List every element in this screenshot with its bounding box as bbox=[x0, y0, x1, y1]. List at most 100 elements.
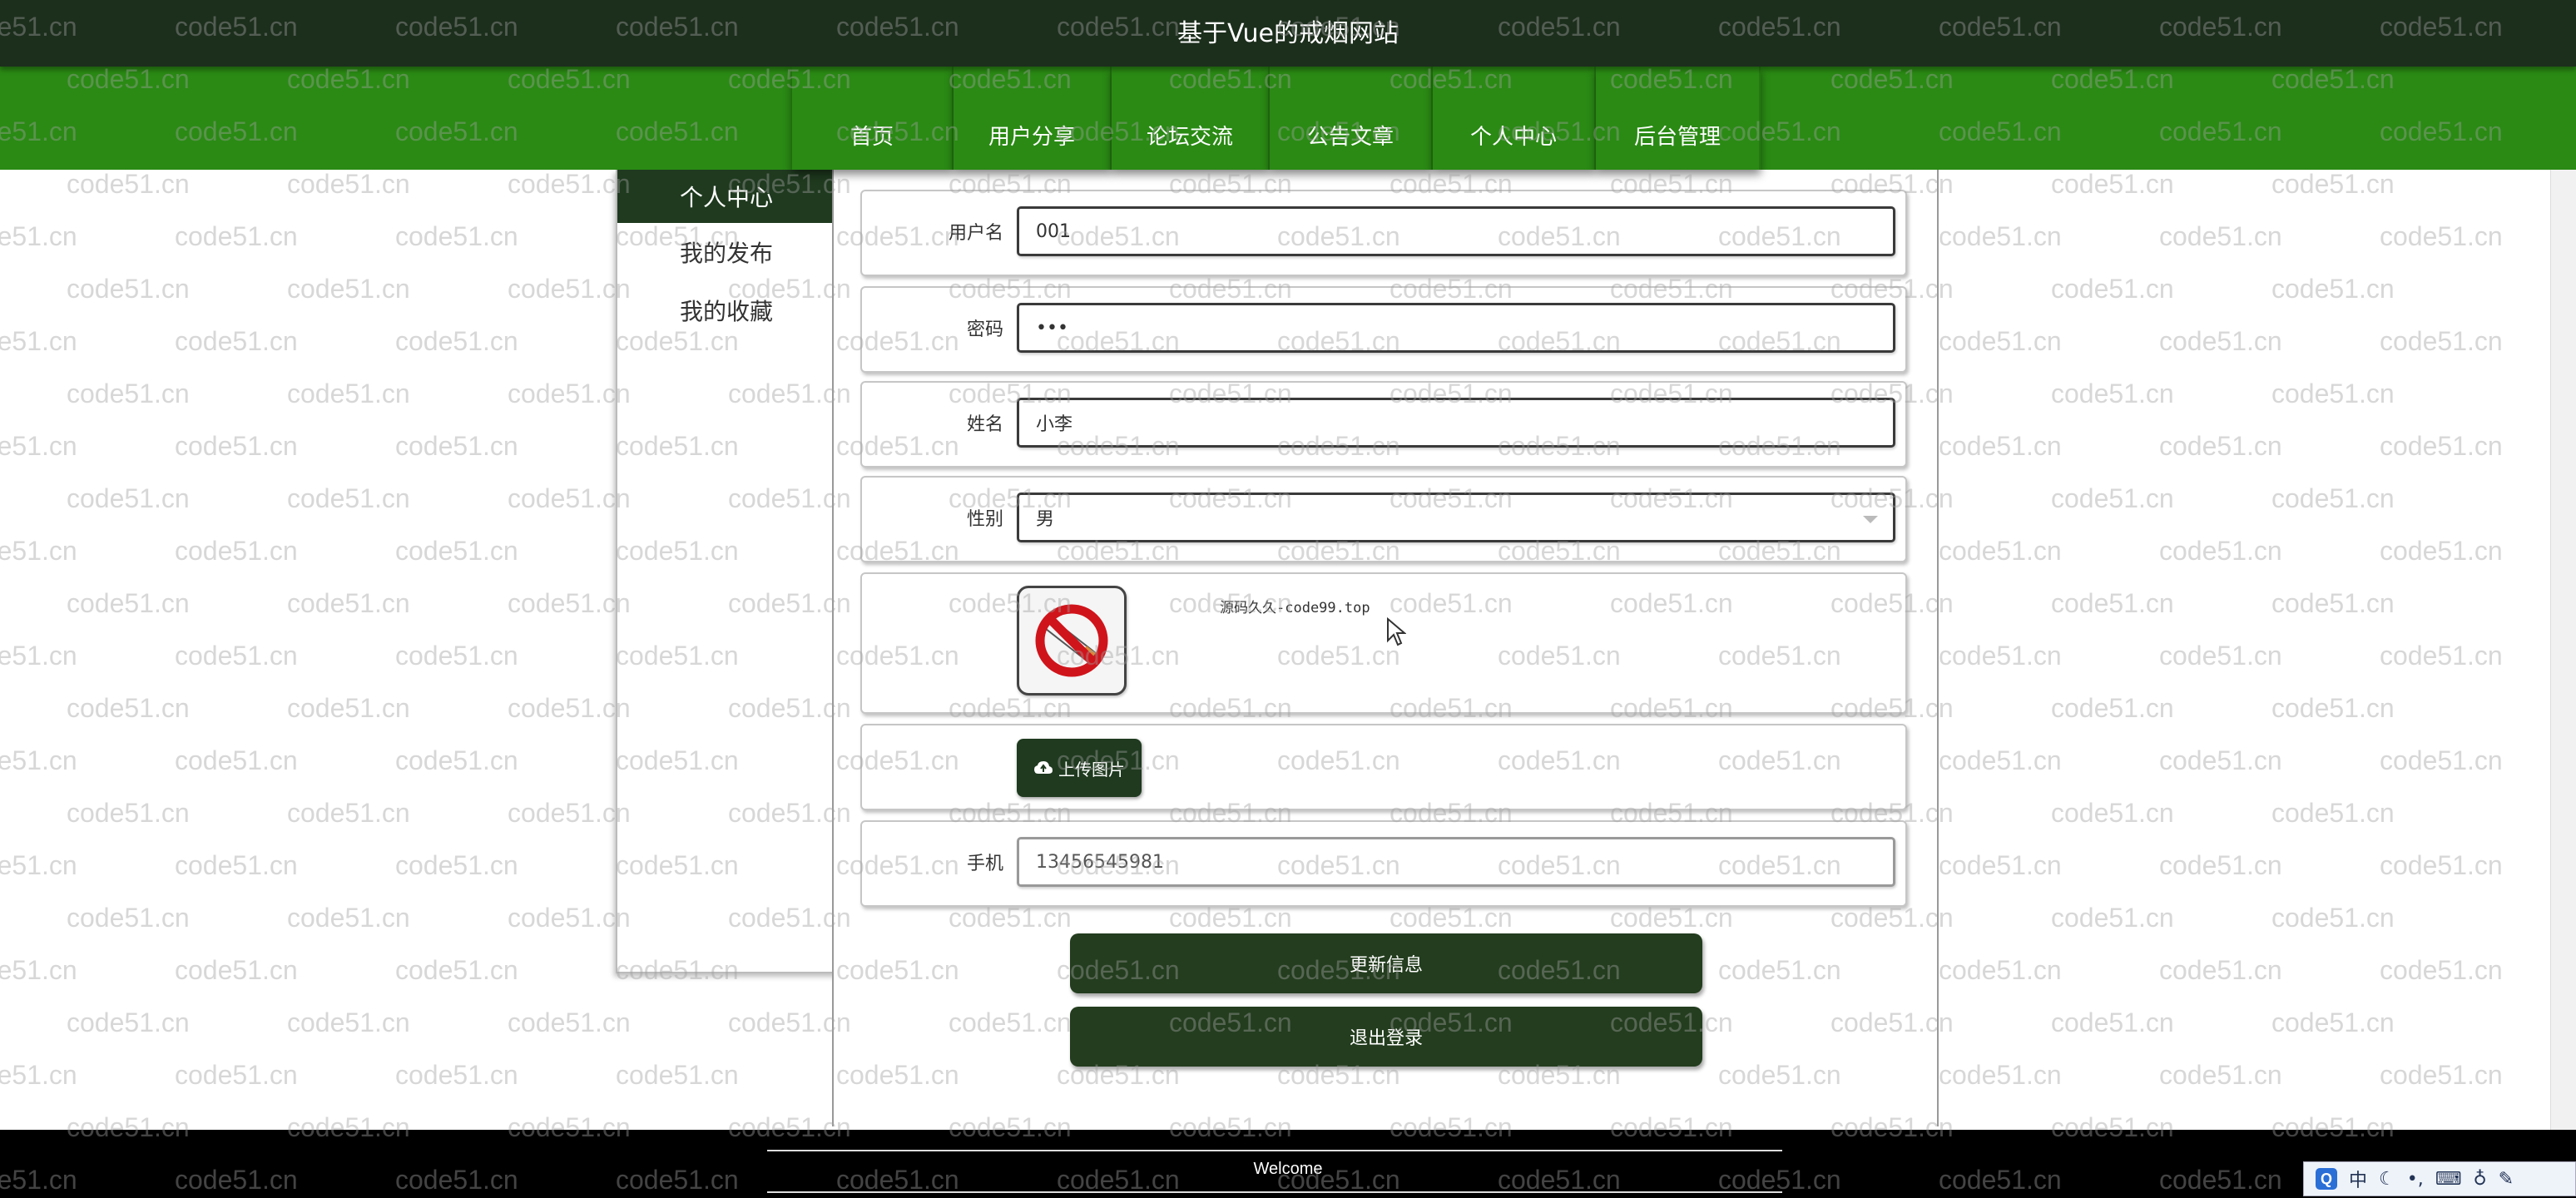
watermark-text: code51.cn bbox=[1939, 745, 2062, 775]
upload-label: 上传图片 bbox=[1058, 759, 1125, 780]
watermark-text: code51.cn bbox=[2159, 641, 2282, 671]
watermark-text: code51.cn bbox=[2051, 1007, 2174, 1037]
watermark-text: code51.cn bbox=[0, 955, 77, 985]
gender-label: 性别 bbox=[966, 509, 1003, 530]
watermark-text: code51.cn bbox=[67, 1007, 190, 1037]
watermark-text: code51.cn bbox=[175, 745, 298, 775]
watermark-text: code51.cn bbox=[395, 326, 518, 356]
ime-punctuation-icon[interactable]: •, bbox=[2407, 1169, 2424, 1190]
watermark-text: code51.cn bbox=[287, 588, 410, 618]
ime-logo-icon: Q bbox=[2316, 1168, 2337, 1190]
watermark-text: code51.cn bbox=[1939, 221, 2062, 251]
watermark-text: code51.cn bbox=[2380, 431, 2503, 461]
watermark-text: code51.cn bbox=[67, 588, 190, 618]
sidebar-menu: 个人中心 我的发布 我的收藏 bbox=[616, 170, 837, 973]
form-row-name: 姓名 小李 bbox=[860, 381, 1907, 468]
watermark-text: code51.cn bbox=[0, 326, 77, 356]
nav-forum[interactable]: 论坛交流 bbox=[1112, 67, 1270, 170]
logout-button[interactable]: 退出登录 bbox=[1070, 1007, 1702, 1067]
title-bar: 基于Vue的戒烟网站 bbox=[0, 0, 2576, 67]
watermark-text: code51.cn bbox=[2159, 536, 2282, 566]
watermark-text: code51.cn bbox=[395, 745, 518, 775]
sidebar-item-personal-center[interactable]: 个人中心 bbox=[617, 170, 835, 223]
watermark-text: code51.cn bbox=[395, 641, 518, 671]
watermark-text: code51.cn bbox=[175, 850, 298, 880]
watermark-text: code51.cn bbox=[2380, 955, 2503, 985]
gender-select[interactable]: 男 bbox=[1017, 493, 1895, 542]
footer-divider-bottom bbox=[767, 1191, 1782, 1193]
watermark-text: code51.cn bbox=[1939, 850, 2062, 880]
form-row-avatar: 源码久久-code99.top bbox=[860, 572, 1907, 714]
footer-divider-top bbox=[767, 1150, 1782, 1151]
watermark-text: code51.cn bbox=[1939, 641, 2062, 671]
nav-user-share[interactable]: 用户分享 bbox=[954, 67, 1112, 170]
watermark-text: code51.cn bbox=[395, 850, 518, 880]
name-label: 姓名 bbox=[966, 414, 1003, 435]
watermark-text: code51.cn bbox=[2271, 379, 2395, 408]
watermark-text: code51.cn bbox=[2271, 588, 2395, 618]
username-input[interactable]: 001 bbox=[1017, 206, 1895, 256]
gender-value: 男 bbox=[1036, 509, 1055, 530]
watermark-text: code51.cn bbox=[175, 221, 298, 251]
watermark-text: code51.cn bbox=[508, 693, 631, 723]
no-smoking-icon bbox=[1035, 604, 1108, 677]
profile-form-panel: 用户名 001 密码 ••• 姓名 小李 性别 男 源码久久-code99.to… bbox=[832, 170, 1939, 1126]
watermark-text: code51.cn bbox=[2271, 169, 2395, 199]
watermark-text: code51.cn bbox=[2271, 903, 2395, 933]
watermark-text: code51.cn bbox=[508, 379, 631, 408]
form-row-upload: 上传图片 bbox=[860, 724, 1907, 810]
watermark-text: code51.cn bbox=[287, 169, 410, 199]
watermark-text: code51.cn bbox=[1939, 536, 2062, 566]
phone-input[interactable]: 13456545981 bbox=[1017, 837, 1895, 887]
ime-toolbar[interactable]: Q 中 ☾ •, ⌨ ♁ ✎ bbox=[2303, 1161, 2576, 1196]
nav-admin[interactable]: 后台管理 bbox=[1596, 67, 1761, 170]
watermark-text: code51.cn bbox=[287, 274, 410, 304]
watermark-text: code51.cn bbox=[2051, 588, 2174, 618]
mouse-cursor-icon bbox=[1387, 617, 1406, 646]
ime-skin-icon[interactable]: ♁ bbox=[2474, 1169, 2487, 1190]
sidebar-item-my-posts[interactable]: 我的发布 bbox=[617, 223, 835, 281]
watermark-text: code51.cn bbox=[2051, 379, 2174, 408]
name-input[interactable]: 小李 bbox=[1017, 398, 1895, 448]
watermark-text: code51.cn bbox=[2380, 221, 2503, 251]
watermark-text: code51.cn bbox=[2380, 1060, 2503, 1090]
password-label: 密码 bbox=[966, 319, 1003, 340]
watermark-text: code51.cn bbox=[175, 431, 298, 461]
watermark-text: code51.cn bbox=[2159, 745, 2282, 775]
avatar-image[interactable] bbox=[1017, 586, 1127, 696]
watermark-text: code51.cn bbox=[67, 798, 190, 828]
nav-announcements[interactable]: 公告文章 bbox=[1270, 67, 1433, 170]
watermark-text: code51.cn bbox=[2380, 536, 2503, 566]
watermark-text: code51.cn bbox=[2271, 693, 2395, 723]
watermark-text: code51.cn bbox=[2159, 1060, 2282, 1090]
ime-keyboard-icon[interactable]: ⌨ bbox=[2435, 1169, 2462, 1190]
nav-home[interactable]: 首页 bbox=[792, 67, 954, 170]
watermark-text: code51.cn bbox=[175, 326, 298, 356]
ime-language[interactable]: 中 bbox=[2349, 1166, 2367, 1192]
watermark-text: code51.cn bbox=[2271, 1007, 2395, 1037]
watermark-text: code51.cn bbox=[67, 693, 190, 723]
password-input[interactable]: ••• bbox=[1017, 303, 1895, 353]
watermark-text: code51.cn bbox=[395, 221, 518, 251]
watermark-text: code51.cn bbox=[2051, 274, 2174, 304]
sidebar-item-my-favorites[interactable]: 我的收藏 bbox=[617, 281, 835, 339]
watermark-text: code51.cn bbox=[508, 798, 631, 828]
watermark-text: code51.cn bbox=[175, 536, 298, 566]
watermark-text: code51.cn bbox=[2051, 483, 2174, 513]
update-info-button[interactable]: 更新信息 bbox=[1070, 933, 1702, 993]
upload-image-button[interactable]: 上传图片 bbox=[1017, 739, 1142, 797]
watermark-text: code51.cn bbox=[395, 431, 518, 461]
watermark-text: code51.cn bbox=[67, 483, 190, 513]
watermark-text: code51.cn bbox=[0, 221, 77, 251]
watermark-text: code51.cn bbox=[287, 1007, 410, 1037]
watermark-text: code51.cn bbox=[287, 798, 410, 828]
watermark-text: code51.cn bbox=[2159, 850, 2282, 880]
site-title: 基于Vue的戒烟网站 bbox=[1177, 19, 1399, 48]
watermark-text: code51.cn bbox=[2380, 745, 2503, 775]
ime-moon-icon[interactable]: ☾ bbox=[2379, 1169, 2395, 1190]
ime-settings-icon[interactable]: ✎ bbox=[2499, 1169, 2514, 1190]
page-scrollbar[interactable] bbox=[2550, 170, 2576, 1130]
nav-personal-center[interactable]: 个人中心 bbox=[1433, 67, 1596, 170]
watermark-text: code51.cn bbox=[287, 903, 410, 933]
watermark-text: code51.cn bbox=[67, 169, 190, 199]
